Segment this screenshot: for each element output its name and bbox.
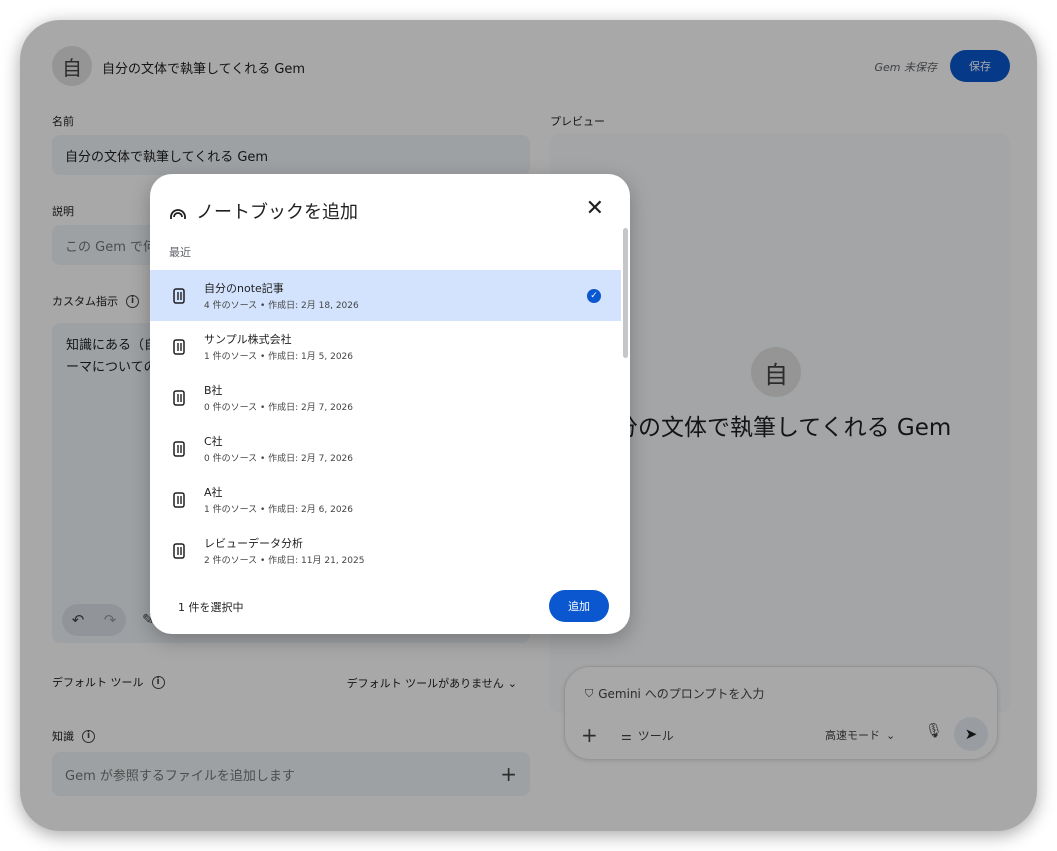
dialog-title: ノートブックを追加	[196, 202, 358, 223]
notebook-meta: 0 件のソース • 作成日: 2月 7, 2026	[204, 454, 353, 464]
notebook-item[interactable]: 自分のnote記事 4 件のソース • 作成日: 2月 18, 2026 ✓	[150, 270, 621, 321]
notebook-meta: 0 件のソース • 作成日: 2月 7, 2026	[204, 403, 353, 413]
notebook-item[interactable]: サンプル株式会社 1 件のソース • 作成日: 1月 5, 2026	[150, 321, 621, 372]
check-circle-icon: ✓	[587, 289, 601, 303]
notebook-meta: 2 件のソース • 作成日: 11月 21, 2025	[204, 556, 365, 566]
notebook-title: サンプル株式会社	[204, 333, 292, 346]
notebook-title: 自分のnote記事	[204, 282, 284, 295]
notebook-title: レビューデータ分析	[204, 537, 303, 550]
notebook-text: B社 0 件のソース • 作成日: 2月 7, 2026	[204, 382, 353, 413]
notebook-text: サンプル株式会社 1 件のソース • 作成日: 1月 5, 2026	[204, 331, 353, 362]
notebook-item[interactable]: A社 1 件のソース • 作成日: 2月 6, 2026	[150, 474, 621, 525]
notebook-list: 自分のnote記事 4 件のソース • 作成日: 2月 18, 2026 ✓ サ…	[150, 270, 621, 576]
notebook-item[interactable]: B社 0 件のソース • 作成日: 2月 7, 2026	[150, 372, 621, 423]
notebook-icon	[173, 440, 185, 457]
notebook-title: B社	[204, 384, 223, 397]
notebook-text: C社 0 件のソース • 作成日: 2月 7, 2026	[204, 433, 353, 464]
selected-count: 1 件を選択中	[178, 601, 244, 614]
notebook-meta: 4 件のソース • 作成日: 2月 18, 2026	[204, 301, 359, 311]
notebook-text: A社 1 件のソース • 作成日: 2月 6, 2026	[204, 484, 353, 515]
notebooklm-icon	[170, 209, 186, 219]
notebook-icon	[173, 338, 185, 355]
notebook-text: 自分のnote記事 4 件のソース • 作成日: 2月 18, 2026	[204, 280, 359, 311]
notebook-item[interactable]: C社 0 件のソース • 作成日: 2月 7, 2026	[150, 423, 621, 474]
scrollbar[interactable]	[623, 228, 628, 358]
notebook-meta: 1 件のソース • 作成日: 2月 6, 2026	[204, 505, 353, 515]
notebook-icon	[173, 542, 185, 559]
recent-section-label: 最近	[169, 246, 191, 259]
notebook-text: レビューデータ分析 2 件のソース • 作成日: 11月 21, 2025	[204, 535, 364, 566]
notebook-item[interactable]: レビューデータ分析 2 件のソース • 作成日: 11月 21, 2025	[150, 525, 621, 576]
dialog-header: ノートブックを追加	[168, 198, 358, 224]
notebook-title: C社	[204, 435, 223, 448]
add-notebook-dialog: ノートブックを追加 ✕ 最近 自分のnote記事 4 件のソース • 作成日: …	[150, 174, 630, 634]
notebook-icon	[173, 491, 185, 508]
add-button[interactable]: 追加	[549, 590, 609, 622]
close-icon[interactable]: ✕	[586, 196, 604, 221]
notebook-meta: 1 件のソース • 作成日: 1月 5, 2026	[204, 352, 353, 362]
notebook-title: A社	[204, 486, 223, 499]
notebook-icon	[173, 287, 185, 304]
notebook-icon	[173, 389, 185, 406]
